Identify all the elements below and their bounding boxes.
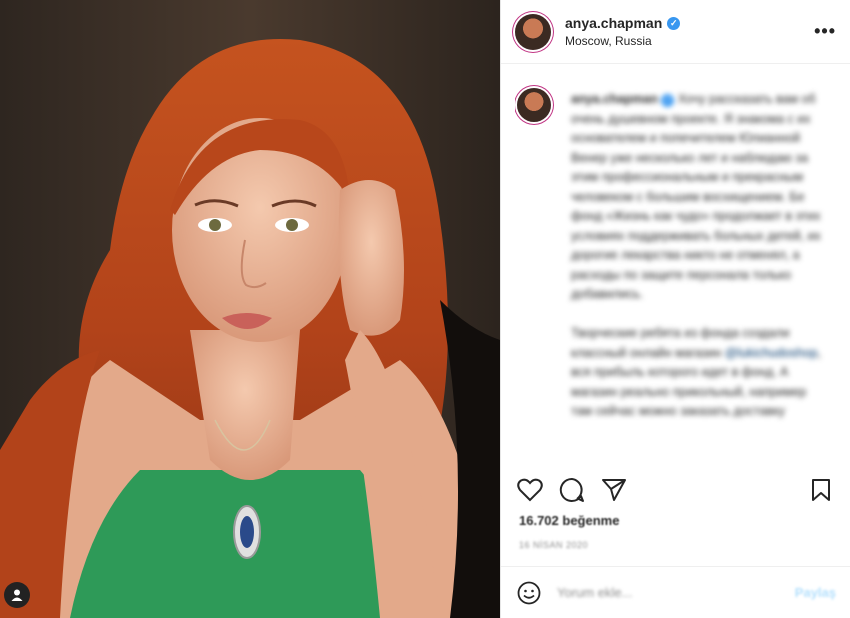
caption-verified-icon: ✓ [661,94,675,107]
avatar[interactable] [515,13,551,50]
emoji-icon [517,581,541,604]
bookmark-icon [812,479,830,501]
username-link[interactable]: anya.chapman [565,15,662,31]
emoji-button[interactable] [515,579,543,607]
likes-count[interactable]: 16.702 beğenme [519,513,619,528]
like-button[interactable] [515,475,545,505]
caption-username[interactable]: anya.chapman [571,92,658,106]
post-date: 16 NİSAN 2020 [519,540,589,550]
post-image [0,0,500,618]
post-sidebar: anya.chapman ✓ Moscow, Russia ••• anya.c… [500,0,850,618]
action-bar [515,470,836,510]
comment-bar: Yorum ekle... Paylaş [501,566,850,618]
caption-text: anya.chapman ✓ Хочу рассказать вам об оч… [571,90,828,422]
share-button[interactable] [599,475,629,505]
caption-paragraph-1: Хочу рассказать вам об очень душевном пр… [571,92,821,301]
share-icon [602,479,626,501]
comment-icon [559,477,584,502]
comment-button[interactable] [557,475,587,505]
post-header: anya.chapman ✓ Moscow, Russia ••• [501,0,850,64]
post-photo[interactable] [0,0,500,618]
user-tag-icon[interactable] [4,582,30,608]
post-comment-button[interactable]: Paylaş [795,585,836,600]
comment-input[interactable]: Yorum ekle... [557,585,795,600]
header-text: anya.chapman ✓ Moscow, Russia [565,15,814,48]
more-options-button[interactable]: ••• [814,21,836,42]
caption-area: anya.chapman ✓ Хочу рассказать вам об оч… [515,80,840,458]
caption-avatar[interactable] [517,88,551,122]
caption-mention-link[interactable]: @lukichudoshop [725,346,818,360]
location-link[interactable]: Moscow, Russia [565,34,814,48]
verified-badge-icon: ✓ [667,16,681,30]
heart-icon [517,478,543,502]
username-row: anya.chapman ✓ [565,15,814,31]
save-button[interactable] [806,475,836,505]
